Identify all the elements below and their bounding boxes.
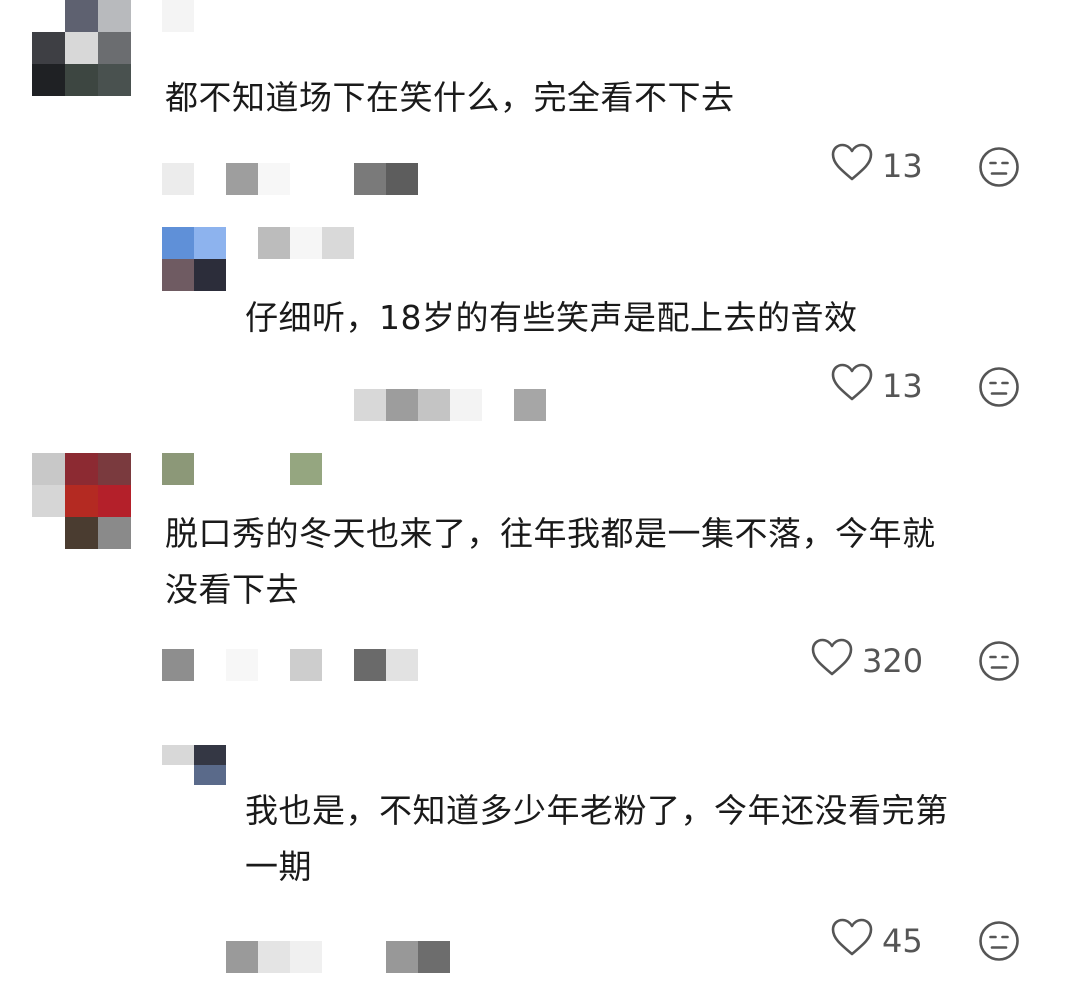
like-button[interactable]: 45 (830, 917, 923, 965)
reply-text: 我也是，不知道多少年老粉了，今年还没看完第 一期 (245, 783, 949, 895)
avatar[interactable] (32, 453, 131, 549)
comment-text: 都不知道场下在笑什么，完全看不下去 (165, 70, 735, 126)
comment-text-line: 脱口秀的冬天也来了，往年我都是一集不落，今年就 (165, 514, 936, 553)
heart-outline-icon (830, 917, 874, 965)
comment-meta (162, 162, 418, 196)
neutral-face-icon (978, 921, 1020, 966)
like-count: 45 (882, 922, 923, 960)
username[interactable] (258, 227, 354, 259)
heart-outline-icon (810, 637, 854, 685)
username[interactable] (162, 0, 194, 32)
neutral-face-icon (978, 367, 1020, 412)
like-count: 13 (882, 367, 923, 405)
username[interactable] (162, 453, 322, 485)
reply-text-line: 仔细听，18岁的有些笑声是配上去的音效 (245, 298, 858, 337)
dislike-button[interactable] (978, 640, 1020, 682)
dislike-button[interactable] (978, 146, 1020, 188)
dislike-button[interactable] (978, 920, 1020, 962)
comment-text: 脱口秀的冬天也来了，往年我都是一集不落，今年就 没看下去 (165, 506, 936, 618)
reply-meta (226, 940, 450, 974)
reply-meta (258, 388, 546, 422)
like-count: 320 (862, 642, 924, 680)
like-button[interactable]: 320 (810, 637, 924, 685)
heart-outline-icon (830, 362, 874, 410)
like-button[interactable]: 13 (830, 362, 923, 410)
reply-text-line: 一期 (245, 847, 312, 886)
neutral-face-icon (978, 641, 1020, 686)
avatar[interactable] (162, 227, 226, 291)
comment-text-line: 都不知道场下在笑什么，完全看不下去 (165, 78, 735, 117)
like-button[interactable]: 13 (830, 142, 923, 190)
neutral-face-icon (978, 147, 1020, 192)
like-count: 13 (882, 147, 923, 185)
reply-text: 仔细听，18岁的有些笑声是配上去的音效 (245, 290, 858, 346)
avatar[interactable] (162, 745, 226, 785)
dislike-button[interactable] (978, 366, 1020, 408)
comment-text-line: 没看下去 (165, 570, 299, 609)
heart-outline-icon (830, 142, 874, 190)
avatar[interactable] (32, 0, 131, 96)
comment-meta (162, 648, 418, 682)
reply-text-line: 我也是，不知道多少年老粉了，今年还没看完第 (245, 791, 949, 830)
